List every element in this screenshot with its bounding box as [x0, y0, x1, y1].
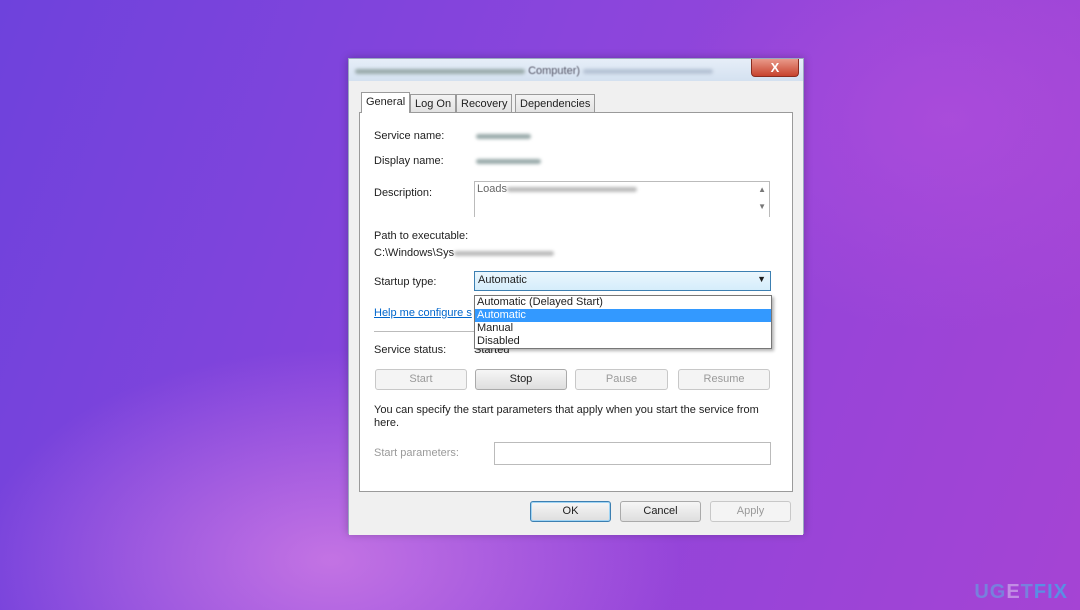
description-box[interactable]: Loads ▲ ▼	[474, 181, 770, 217]
tab-log-on[interactable]: Log On	[410, 94, 457, 112]
startup-type-label: Startup type:	[374, 276, 437, 288]
description-label: Description:	[374, 187, 433, 199]
display-name-label: Display name:	[374, 155, 444, 167]
dialog-body: General Log On Recovery Dependencies Ser…	[349, 81, 803, 535]
start-params-label: Start parameters:	[374, 447, 459, 459]
ok-button[interactable]: OK	[530, 501, 611, 522]
service-properties-dialog: Computer) X General Log On Recovery Depe…	[348, 58, 804, 535]
path-label: Path to executable:	[374, 230, 469, 242]
service-name-label: Service name:	[374, 130, 445, 142]
tab-recovery[interactable]: Recovery	[456, 94, 513, 112]
scroll-down-icon[interactable]: ▼	[758, 202, 766, 211]
general-panel: Service name: Display name: Description:…	[359, 112, 793, 492]
params-note: You can specify the start parameters tha…	[374, 404, 759, 429]
service-name-value	[476, 134, 531, 139]
title-bar[interactable]: Computer) X	[349, 59, 803, 81]
help-configure-link[interactable]: Help me configure s	[374, 307, 472, 319]
cancel-button[interactable]: Cancel	[620, 501, 701, 522]
startup-type-value: Automatic	[478, 274, 527, 286]
start-params-input[interactable]	[494, 442, 771, 465]
start-button[interactable]: Start	[375, 369, 467, 390]
option-disabled[interactable]: Disabled	[475, 335, 771, 348]
service-status-label: Service status:	[374, 344, 447, 356]
display-name-value	[476, 159, 541, 164]
scroll-up-icon[interactable]: ▲	[758, 185, 766, 194]
description-text: Loads	[477, 183, 507, 195]
resume-button[interactable]: Resume	[678, 369, 770, 390]
chevron-down-icon: ▼	[757, 274, 766, 284]
watermark-logo: UGETFIX	[974, 581, 1068, 603]
startup-type-select[interactable]: Automatic ▼	[474, 271, 771, 291]
window-title: Computer)	[355, 65, 714, 77]
pause-button[interactable]: Pause	[575, 369, 668, 390]
tab-dependencies[interactable]: Dependencies	[515, 94, 596, 112]
startup-type-dropdown: Automatic (Delayed Start) Automatic Manu…	[474, 295, 772, 349]
stop-button[interactable]: Stop	[475, 369, 567, 390]
option-automatic-delayed[interactable]: Automatic (Delayed Start)	[475, 296, 771, 309]
path-value: C:\Windows\Sys	[374, 247, 555, 259]
close-button[interactable]: X	[751, 59, 799, 77]
option-automatic[interactable]: Automatic	[475, 309, 771, 322]
tab-general[interactable]: General	[361, 92, 411, 113]
apply-button[interactable]: Apply	[710, 501, 791, 522]
divider	[374, 331, 474, 332]
option-manual[interactable]: Manual	[475, 322, 771, 335]
